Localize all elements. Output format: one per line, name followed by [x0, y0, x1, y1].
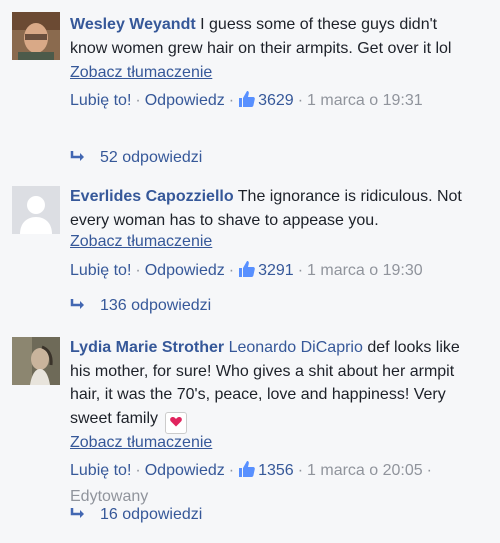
reply-arrow-icon	[70, 298, 86, 318]
comment: Everlides Capozziello The ignorance is r…	[0, 181, 500, 329]
thumbs-up-icon	[238, 460, 256, 485]
timestamp: 1 marca o 20:05	[307, 461, 423, 479]
avatar[interactable]	[12, 12, 60, 60]
reply-button[interactable]: Odpowiedz	[145, 462, 225, 479]
comment-text: Lydia Marie Strother Leonardo DiCaprio d…	[70, 336, 475, 434]
view-replies-link[interactable]: 136 odpowiedzi	[70, 296, 211, 318]
avatar[interactable]	[12, 337, 60, 385]
thumbs-up-icon	[238, 90, 256, 115]
see-translation-link[interactable]: Zobacz tłumaczenie	[70, 431, 475, 454]
like-count[interactable]: 1356	[258, 462, 294, 479]
view-replies-link[interactable]: 52 odpowiedzi	[70, 148, 202, 170]
comment-author[interactable]: Wesley Weyandt	[70, 16, 196, 33]
comment-actions: Lubię to! · Odpowiedz · 3291 · 1 marca o 19:30	[70, 259, 475, 285]
comment: Lydia Marie Strother Leonardo DiCaprio d…	[0, 329, 500, 543]
replies-count: 136 odpowiedzi	[100, 297, 212, 314]
thumbs-up-icon	[238, 260, 256, 285]
comment-author[interactable]: Everlides Capozziello	[70, 188, 234, 205]
timestamp: 1 marca o 19:31	[307, 92, 423, 109]
see-translation-link[interactable]: Zobacz tłumaczenie	[70, 230, 475, 253]
reply-arrow-icon	[70, 150, 86, 170]
reply-arrow-icon	[70, 507, 86, 527]
avatar-photo-icon	[12, 12, 60, 60]
like-button[interactable]: Lubię to!	[70, 462, 131, 479]
replies-count: 52 odpowiedzi	[100, 149, 203, 166]
comment-body: Everlides Capozziello The ignorance is r…	[70, 185, 475, 285]
comment: Wesley Weyandt I guess some of these guy…	[0, 0, 500, 181]
default-avatar-icon	[12, 186, 60, 234]
view-replies-link[interactable]: 16 odpowiedzi	[70, 505, 202, 527]
reply-button[interactable]: Odpowiedz	[145, 92, 225, 109]
like-button[interactable]: Lubię to!	[70, 92, 131, 109]
comment-author[interactable]: Lydia Marie Strother	[70, 339, 224, 356]
comment-actions: Lubię to! · Odpowiedz · 3629 · 1 marca o 19:31	[70, 89, 475, 115]
comment-body: Wesley Weyandt I guess some of these guy…	[70, 13, 475, 115]
like-button[interactable]: Lubię to!	[70, 262, 131, 279]
avatar[interactable]	[12, 186, 60, 234]
comment-actions: Lubię to! · Odpowiedz · 1356 · 1 marca o 20:05…	[70, 459, 475, 508]
reply-button[interactable]: Odpowiedz	[145, 262, 225, 279]
see-translation-link[interactable]: Zobacz tłumaczenie	[70, 61, 475, 84]
comment-text: Wesley Weyandt I guess some of these guy…	[70, 13, 475, 60]
like-count[interactable]: 3291	[258, 262, 294, 279]
replies-count: 16 odpowiedzi	[100, 506, 203, 523]
mentioned-user-link[interactable]: Leonardo DiCaprio	[229, 339, 363, 356]
timestamp: 1 marca o 19:30	[307, 262, 423, 279]
comment-text: Everlides Capozziello The ignorance is r…	[70, 185, 475, 232]
avatar-photo-icon	[12, 337, 60, 385]
comment-body: Lydia Marie Strother Leonardo DiCaprio d…	[70, 336, 475, 508]
like-count[interactable]: 3629	[258, 92, 294, 109]
